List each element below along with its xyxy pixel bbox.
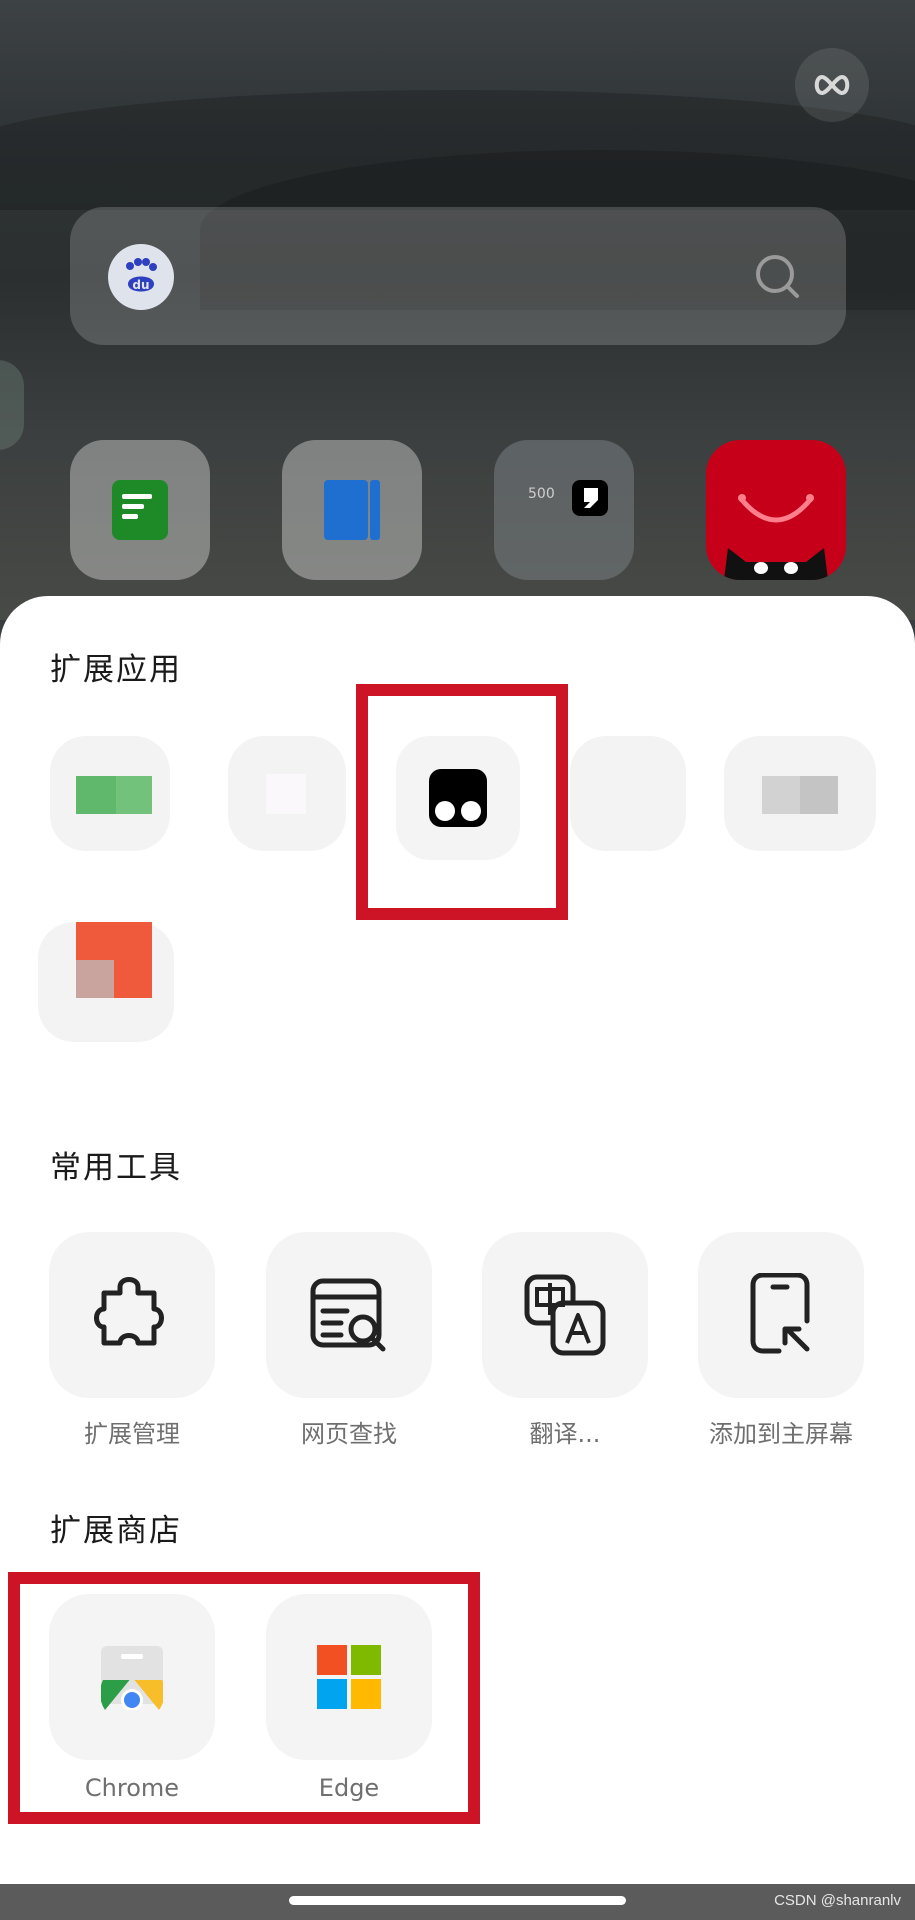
search-icon[interactable]	[754, 253, 802, 301]
extension-item[interactable]	[228, 736, 348, 851]
translate-label: 翻译...	[529, 1420, 601, 1448]
extension-item[interactable]	[570, 736, 686, 851]
infinity-icon	[814, 74, 850, 96]
store-section-title: 扩展商店	[50, 1513, 182, 1549]
extensions-section-title: 扩展应用	[50, 652, 182, 688]
search-bar[interactable]: du	[70, 207, 846, 345]
navigation-bar: CSDN @shanranlv	[0, 1884, 915, 1920]
puzzle-icon	[94, 1277, 164, 1346]
highlight-box-store	[8, 1572, 480, 1824]
extension-item[interactable]	[38, 736, 188, 851]
notes-app-icon[interactable]	[70, 440, 210, 580]
extension-manage-button[interactable]	[49, 1232, 215, 1398]
extension-manage-label: 扩展管理	[84, 1420, 180, 1448]
baidu-logo-icon: du	[108, 244, 174, 310]
translate-button[interactable]	[482, 1232, 648, 1398]
translate-icon	[524, 1274, 606, 1356]
add-to-home-icon	[750, 1273, 810, 1354]
add-to-home-label: 添加到主屏幕	[709, 1420, 853, 1448]
highlight-box-extension	[356, 684, 568, 920]
search-engine-logo-text: du	[132, 278, 149, 292]
find-in-page-button[interactable]	[266, 1232, 432, 1398]
action-sheet: 扩展应用 常用工具 扩展管理 网页查找 翻译... 添加到主屏幕 扩展商店 Ch…	[0, 596, 915, 1886]
tmall-app-icon[interactable]	[706, 440, 846, 580]
500px-app-icon[interactable]: 500	[494, 440, 634, 580]
find-in-page-icon	[310, 1278, 386, 1352]
500px-label: 500	[528, 486, 555, 502]
home-indicator[interactable]	[289, 1896, 626, 1905]
extension-item[interactable]	[724, 736, 876, 851]
watermark: CSDN @shanranlv	[774, 1892, 901, 1909]
screen: du 500 扩展应用 常用工具 扩展管理 网页查找 翻译... 添加到主屏幕 …	[0, 0, 915, 1920]
side-handle[interactable]	[0, 360, 24, 450]
tools-section-title: 常用工具	[50, 1150, 182, 1186]
extension-item[interactable]	[38, 922, 174, 1042]
infinity-button[interactable]	[795, 48, 869, 122]
reader-app-icon[interactable]	[282, 440, 422, 580]
add-to-home-button[interactable]	[698, 1232, 864, 1398]
find-in-page-label: 网页查找	[301, 1420, 397, 1448]
